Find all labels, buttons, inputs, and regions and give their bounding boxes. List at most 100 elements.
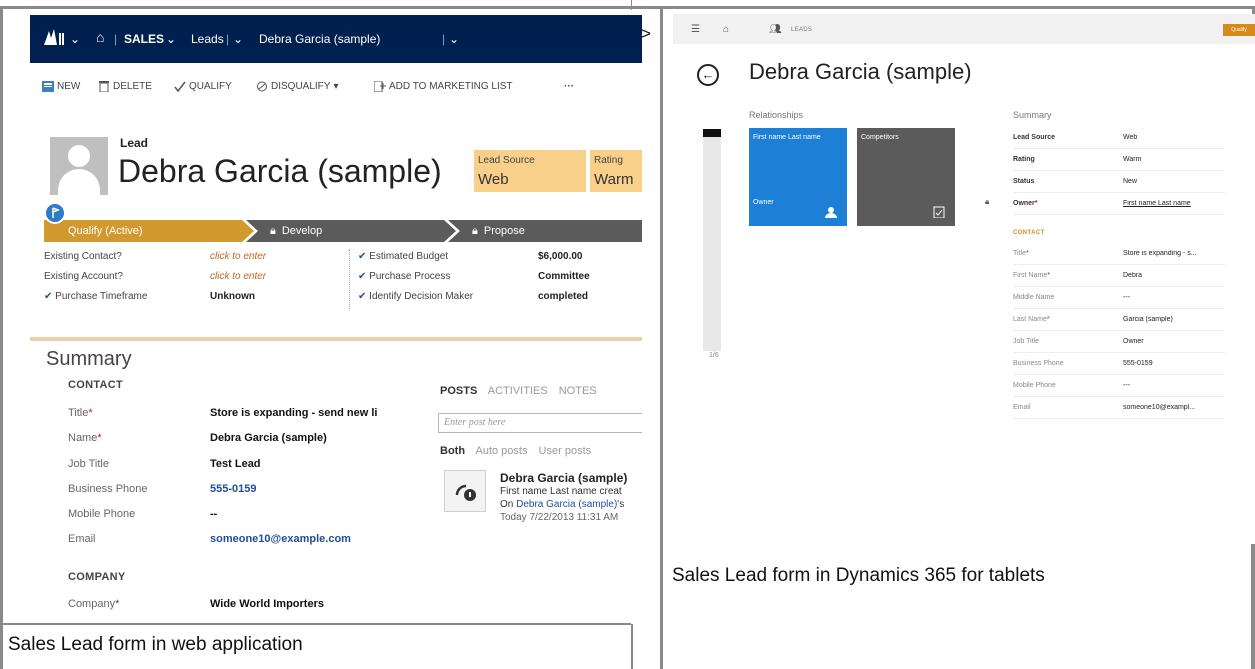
field-business-phone[interactable]: Business Phone 555-0159 xyxy=(1013,353,1225,375)
field-email[interactable]: Email someone10@exampl... xyxy=(1013,397,1225,419)
company-section-heading: COMPANY xyxy=(68,571,126,583)
home-icon[interactable]: ⌂ xyxy=(723,24,729,35)
record-title: Debra Garcia (sample) xyxy=(749,59,972,84)
existing-contact-label: Existing Contact? xyxy=(44,251,122,262)
nav-separator: | xyxy=(226,32,230,46)
field-owner[interactable]: Owner* First name Last name xyxy=(1013,193,1225,215)
logo-caret-icon[interactable]: ⌄ xyxy=(70,32,80,46)
nav-leads-link[interactable]: Leads xyxy=(191,32,224,46)
user-icon xyxy=(825,207,837,218)
post-item[interactable]: Debra Garcia (sample) First name Last na… xyxy=(500,471,642,524)
lead-source-value: Web xyxy=(1123,134,1138,141)
nav-sales-caret-icon[interactable]: ⌄ xyxy=(166,32,176,46)
frame-tick xyxy=(631,0,632,10)
summary-label: Summary xyxy=(1013,110,1052,120)
field-first-name[interactable]: First Name* Debra xyxy=(1013,265,1225,287)
leads-breadcrumb[interactable]: LEADS xyxy=(791,27,812,33)
field-lead-source[interactable]: Lead Source Web xyxy=(1013,127,1225,149)
back-arrow-icon[interactable]: ← xyxy=(697,64,719,86)
tab-notes[interactable]: NOTES xyxy=(559,385,597,397)
add-to-marketing-list-button[interactable]: ADD TO MARKETING LIST xyxy=(374,81,513,92)
owner-tile-label: Owner xyxy=(753,199,774,206)
nav-record-caret-icon[interactable]: ⌄ xyxy=(449,32,459,46)
field-mobile-phone[interactable]: Mobile Phone --- xyxy=(1013,375,1225,397)
steps-divider xyxy=(349,249,350,309)
stage-qualify[interactable]: Qualify (Active) xyxy=(68,220,143,242)
field-rating[interactable]: Rating Warm xyxy=(1013,149,1225,171)
lead-avatar[interactable] xyxy=(50,137,108,195)
post-title: Debra Garcia (sample) xyxy=(500,471,628,485)
email-label: Email xyxy=(1013,404,1031,411)
competitors-tile[interactable]: Competitors xyxy=(857,128,955,226)
stage-propose-label: Propose xyxy=(483,225,525,237)
estimated-budget-value[interactable]: $6,000.00 xyxy=(538,251,583,269)
post-input[interactable]: Enter post here xyxy=(438,413,642,433)
nav-sales-menu[interactable]: SALES xyxy=(124,32,164,46)
tablet-nav-bar: ☰ ⌂ 👥︎ LEADS Qualify xyxy=(673,14,1255,44)
email-value: someone10@example.com xyxy=(210,533,351,545)
nav-leads-caret-icon[interactable]: ⌄ xyxy=(233,32,243,46)
business-phone-value: 555-0159 xyxy=(210,483,257,495)
tab-posts[interactable]: POSTS xyxy=(440,385,477,397)
vertical-scroll-thumb[interactable] xyxy=(703,129,721,137)
field-title[interactable]: Title* Store is expanding - s... xyxy=(1013,243,1225,265)
field-job-title[interactable]: Job Title Owner xyxy=(1013,331,1225,353)
tab-activities[interactable]: ACTIVITIES xyxy=(488,385,548,397)
nav-record-link[interactable]: Debra Garcia (sample) xyxy=(259,32,380,46)
purchase-timeframe-label: Purchase Timeframe xyxy=(55,291,148,302)
filter-both[interactable]: Both xyxy=(440,445,465,457)
purchase-process-value[interactable]: Committee xyxy=(538,271,590,289)
post-text-line2: On Debra Garcia (sample)'s xyxy=(500,499,625,510)
owner-tile[interactable]: First name Last name Owner xyxy=(749,128,847,226)
filter-user-posts[interactable]: User posts xyxy=(539,445,592,457)
qualify-check-icon xyxy=(174,81,186,92)
qualify-label: QUALIFY xyxy=(189,81,232,92)
business-phone-label: Business Phone xyxy=(1013,360,1064,367)
menu-icon[interactable]: ☰ xyxy=(691,24,700,35)
post-record-link[interactable]: Debra Garcia (sample) xyxy=(516,499,617,510)
existing-account-input[interactable]: click to enter xyxy=(210,271,266,289)
step-purchase-timeframe: ✔ Purchase Timeframe xyxy=(44,291,147,309)
dynamics-logo-icon[interactable] xyxy=(44,29,64,45)
header-field-lead-source[interactable]: Lead Source Web xyxy=(474,150,586,192)
estimated-budget-label: Estimated Budget xyxy=(369,251,449,262)
top-navigation-bar: ⌄ ⌂ | SALES ⌄ Leads | ⌄ Debra Garcia (sa… xyxy=(30,15,642,63)
stage-develop[interactable]: 🔒︎ Develop xyxy=(270,220,322,242)
purchase-timeframe-value[interactable]: Unknown xyxy=(210,291,255,309)
frame-middle-divider xyxy=(660,6,663,669)
vertical-scroll-track[interactable] xyxy=(703,129,721,351)
add-to-marketing-list-label: ADD TO MARKETING LIST xyxy=(389,81,513,92)
decision-maker-value[interactable]: completed xyxy=(538,291,588,309)
qualify-button[interactable]: Qualify xyxy=(1223,24,1255,36)
lock-icon: 🔒︎ xyxy=(270,224,276,237)
command-bar: NEW DELETE QUALIFY DISQUALIFY ▾ ADD TO M… xyxy=(30,75,642,101)
check-icon: ✔ xyxy=(358,251,367,262)
stage-propose[interactable]: 🔒︎ Propose xyxy=(472,220,525,242)
existing-contact-input[interactable]: click to enter xyxy=(210,251,266,269)
mobile-phone-label: Mobile Phone xyxy=(68,508,136,520)
left-caption-divider xyxy=(0,623,631,625)
field-last-name[interactable]: Last Name* Garcia (sample) xyxy=(1013,309,1225,331)
new-button[interactable]: NEW xyxy=(42,81,80,92)
step-decision-maker: ✔ Identify Decision Maker xyxy=(358,291,473,309)
summary-title: Summary xyxy=(46,348,132,370)
tablet-app-screenshot: ☰ ⌂ 👥︎ LEADS Qualify ← Debra Garcia (sam… xyxy=(673,14,1255,544)
home-icon[interactable]: ⌂ xyxy=(96,29,104,45)
frame-left-border xyxy=(0,6,3,669)
leads-entity-icon[interactable]: 👥︎ xyxy=(769,24,782,35)
check-icon: ✔ xyxy=(358,271,367,282)
filter-auto-posts[interactable]: Auto posts xyxy=(476,445,528,457)
web-app-screenshot: ⌄ ⌂ | SALES ⌄ Leads | ⌄ Debra Garcia (sa… xyxy=(30,15,642,623)
disqualify-icon xyxy=(257,81,267,92)
header-field-rating[interactable]: Rating Warm xyxy=(590,150,642,192)
last-name-label: Last Name* xyxy=(1013,316,1050,323)
more-commands-button[interactable]: ··· xyxy=(564,81,574,92)
title-value: Store is expanding - send new li xyxy=(210,407,378,419)
delete-button[interactable]: DELETE xyxy=(98,81,152,92)
qualify-button[interactable]: QUALIFY xyxy=(174,81,232,92)
field-middle-name[interactable]: Middle Name --- xyxy=(1013,287,1225,309)
lead-source-value: Web xyxy=(478,171,509,188)
field-status[interactable]: Status New xyxy=(1013,171,1225,193)
job-title-value: Test Lead xyxy=(210,458,261,470)
disqualify-button[interactable]: DISQUALIFY ▾ xyxy=(256,81,339,92)
